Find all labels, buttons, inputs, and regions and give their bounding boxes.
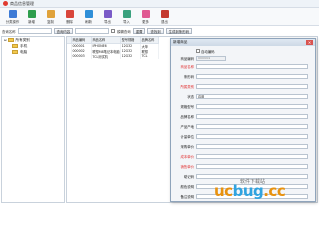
field-label: 采购单价 — [180, 144, 194, 149]
form-row: 成本单价 — [171, 153, 317, 159]
auto-code-row: 自动编码 — [171, 48, 317, 54]
code-row: 商品编码 000004 — [171, 55, 317, 61]
field-label: 所属类别 — [180, 84, 194, 89]
field-input[interactable] — [196, 123, 308, 129]
field-label: 备注说明 — [180, 194, 194, 199]
field-input[interactable] — [196, 133, 308, 139]
form-row: 采购单价 — [171, 143, 317, 149]
form-row: 品牌名称 — [171, 113, 317, 119]
field-label: 品牌名称 — [180, 114, 194, 119]
find-button[interactable]: 查找到 — [147, 28, 164, 34]
product-table: 商品编码 商品名称 型号规格 品牌名称 000001 IPHONE6 12G32… — [67, 37, 159, 59]
dialog-title: 新增商品 — [173, 40, 188, 44]
field-label: 计量单位 — [180, 134, 194, 139]
field-label: 产品产地 — [180, 124, 194, 129]
toolbar: 分类操作 新增 复制 删除 刷新 导出 导入 更多 退出 — [0, 8, 319, 26]
export-icon — [103, 10, 112, 18]
search-bar: 查询名称 查询内容 模糊查询 重置 查找到 生成到条形码 — [0, 27, 319, 35]
field-label: 商品名称 — [180, 64, 194, 69]
code-label: 商品编码 — [180, 56, 194, 61]
import-icon — [122, 10, 131, 18]
toolbar-import-button[interactable]: 导入 — [117, 8, 136, 26]
category-icon — [8, 10, 17, 18]
field-label: 状态 — [187, 94, 194, 99]
window-title: 商品信息管理 — [10, 0, 34, 6]
category-tree: ⊟ 所有类别 手机 电脑 — [1, 36, 65, 203]
auto-code-checkbox[interactable] — [196, 49, 200, 53]
title-bar: 商品信息管理 — [0, 0, 319, 8]
app-icon — [3, 1, 8, 6]
form-row: 销售单价 — [171, 163, 317, 169]
exit-icon — [160, 10, 169, 18]
field-input[interactable] — [196, 113, 308, 119]
dialog-title-bar[interactable]: 新增商品 × — [171, 39, 315, 46]
form-row: 规格型号 — [171, 103, 317, 109]
table-row[interactable]: 000002 联想M8笔记本电脑 12G32 联想 — [67, 48, 159, 54]
form-row: 产品产地 — [171, 123, 317, 129]
close-icon[interactable]: × — [306, 40, 313, 45]
toolbar-refresh-button[interactable]: 刷新 — [79, 8, 98, 26]
search-input[interactable] — [17, 28, 52, 34]
toolbar-export-button[interactable]: 导出 — [98, 8, 117, 26]
refresh-icon — [84, 10, 93, 18]
delete-icon — [65, 10, 74, 18]
field-label: 条形码 — [183, 74, 194, 79]
field-input[interactable] — [196, 83, 308, 89]
collapse-icon[interactable]: ⊟ — [4, 38, 7, 42]
form-row: 所属类别 — [171, 83, 317, 89]
code-field: 000004 — [196, 55, 226, 61]
field-label: 成本单价 — [180, 154, 194, 159]
fuzzy-search-label: 模糊查询 — [117, 29, 131, 34]
field-input[interactable] — [196, 73, 308, 79]
folder-icon — [12, 44, 18, 48]
tree-node-computer[interactable]: 电脑 — [2, 49, 64, 55]
search-content-button[interactable]: 查询内容 — [53, 28, 74, 34]
form-row: 条形码 — [171, 73, 317, 79]
form-row: 计量单位 — [171, 133, 317, 139]
field-input[interactable] — [196, 143, 308, 149]
auto-code-label: 自动编码 — [201, 49, 215, 54]
watermark-text: ucbug.cc — [214, 182, 286, 200]
field-input[interactable] — [196, 103, 308, 109]
field-input[interactable] — [196, 163, 308, 169]
fuzzy-search-checkbox[interactable] — [111, 29, 116, 33]
field-label: 颜色说明 — [180, 184, 194, 189]
search-label: 查询名称 — [2, 29, 16, 34]
folder-icon — [12, 50, 18, 54]
toolbar-exit-button[interactable]: 退出 — [155, 8, 174, 26]
add-icon — [27, 10, 36, 18]
field-label: 助记码 — [183, 174, 194, 179]
table-row[interactable]: 000003 TCL测试机 12G32 TCL — [67, 53, 159, 59]
more-icon — [141, 10, 150, 18]
toolbar-delete-button[interactable]: 删除 — [60, 8, 79, 26]
ucbug-watermark-logo: 软件下载站 ucbug.cc — [214, 178, 314, 200]
field-label: 规格型号 — [180, 104, 194, 109]
toolbar-category-button[interactable]: 分类操作 — [3, 8, 22, 26]
search-keyword-input[interactable] — [75, 28, 110, 34]
generate-barcode-button[interactable]: 生成到条形码 — [165, 28, 192, 34]
toolbar-add-button[interactable]: 新增 — [22, 8, 41, 26]
form-row: 商品名称 — [171, 63, 317, 69]
reset-button[interactable]: 重置 — [132, 28, 146, 34]
toolbar-more-button[interactable]: 更多 — [136, 8, 155, 26]
toolbar-copy-button[interactable]: 复制 — [41, 8, 60, 26]
field-input[interactable] — [196, 153, 308, 159]
field-input[interactable]: 启用 — [196, 93, 308, 99]
folder-icon — [7, 38, 14, 42]
field-input[interactable] — [196, 63, 308, 69]
form-row: 状态 启用 — [171, 93, 317, 99]
field-label: 销售单价 — [180, 164, 194, 169]
copy-icon — [46, 10, 55, 18]
